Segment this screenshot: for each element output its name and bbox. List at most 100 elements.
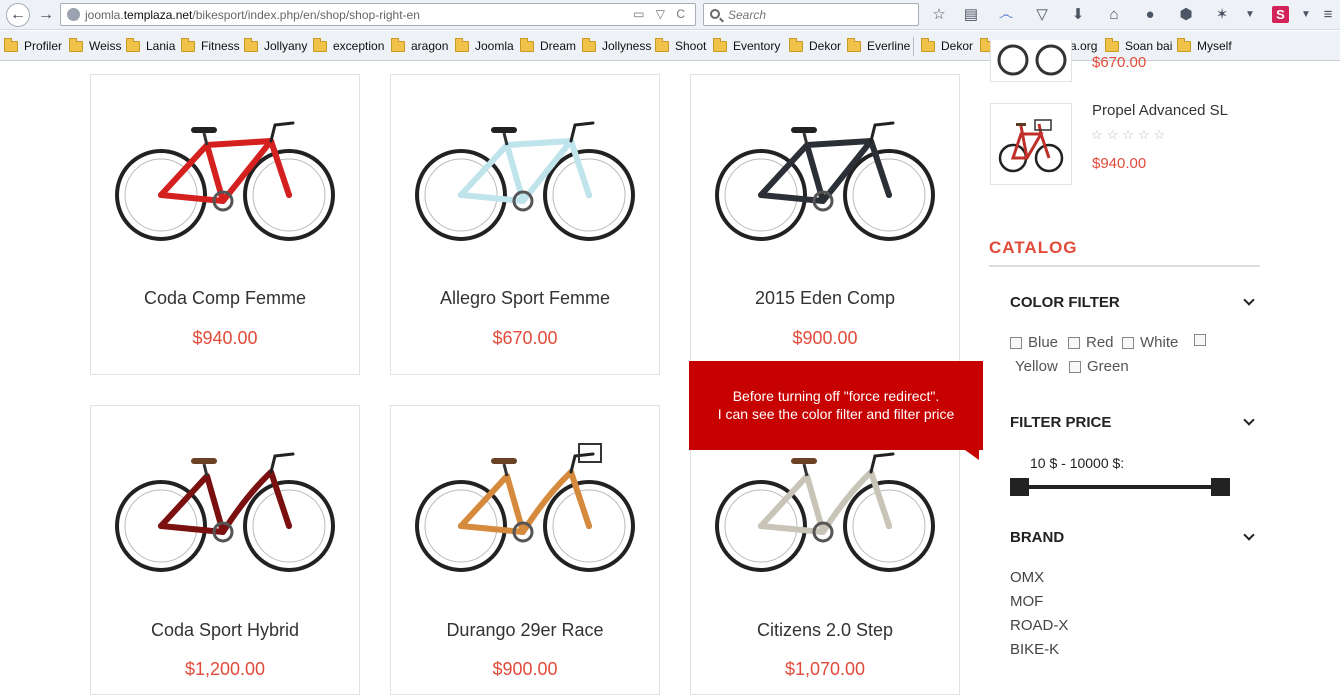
bookmark-label: Profiler: [24, 39, 63, 53]
color-option-label: Yellow: [1015, 358, 1058, 375]
bookmark-folder[interactable]: Fitness: [181, 37, 240, 53]
bookmark-folder[interactable]: Profiler: [4, 37, 63, 53]
search-box[interactable]: Search: [703, 3, 919, 26]
bookmark-label: aragon: [411, 39, 449, 53]
mini-bike-image: [998, 119, 1064, 173]
catalog-heading: CATALOG: [989, 238, 1078, 257]
folder-icon: [455, 37, 469, 52]
checkbox[interactable]: [1069, 360, 1081, 373]
bookmark-folder[interactable]: Everline: [847, 37, 910, 53]
bookmark-folder[interactable]: Soan bai: [1105, 37, 1173, 53]
url-tools[interactable]: ▭ ▽ C: [633, 7, 689, 21]
star-icon[interactable]: ☆: [929, 5, 949, 25]
clipboard-icon[interactable]: ▤: [961, 5, 981, 25]
product-card[interactable]: Durango 29er Race $900.00: [390, 405, 660, 695]
price-slider-track[interactable]: [1018, 485, 1222, 489]
product-image[interactable]: [111, 426, 341, 581]
dropdown-icon[interactable]: ▼: [1240, 5, 1260, 25]
home-icon[interactable]: ⌂: [1104, 5, 1124, 25]
bookmark-label: Weiss: [89, 39, 122, 53]
mini-product-name[interactable]: Propel Advanced SL: [1092, 102, 1228, 119]
price-range-text: 10 $ - 10000 $:: [1030, 455, 1125, 471]
product-name[interactable]: 2015 Eden Comp: [691, 288, 959, 309]
forward-button[interactable]: →: [34, 3, 58, 27]
product-image[interactable]: [711, 95, 941, 250]
filter-price-heading[interactable]: FILTER PRICE: [1010, 414, 1111, 431]
color-option-blue[interactable]: Blue: [1010, 334, 1058, 351]
color-option-label: Red: [1086, 334, 1114, 351]
color-option-white[interactable]: White: [1122, 334, 1178, 351]
s-addon-icon[interactable]: S: [1272, 6, 1289, 23]
checkbox[interactable]: [1122, 336, 1134, 349]
bookmark-folder[interactable]: Dekor: [921, 37, 973, 53]
folder-icon: [181, 37, 195, 52]
bookmark-folder[interactable]: Dekor: [789, 37, 842, 53]
checkbox[interactable]: [1010, 336, 1022, 349]
brand-item[interactable]: MOF: [1010, 593, 1043, 610]
product-name[interactable]: Citizens 2.0 Step: [691, 620, 959, 641]
bookmark-folder[interactable]: Jollyness: [582, 37, 651, 53]
folder-icon: [847, 37, 861, 52]
back-button[interactable]: ←: [6, 3, 30, 27]
mini-product-thumb[interactable]: [990, 40, 1072, 82]
bookmark-label: Dekor: [809, 39, 842, 53]
product-name[interactable]: Coda Sport Hybrid: [91, 620, 359, 641]
mini-product-thumb[interactable]: [990, 103, 1072, 185]
addon-swirl-icon[interactable]: ෴: [996, 5, 1016, 25]
brand-item[interactable]: ROAD-X: [1010, 617, 1068, 634]
color-option-yellow-checkbox[interactable]: [1194, 334, 1212, 346]
bookmark-folder[interactable]: exception: [313, 37, 384, 53]
product-price: $940.00: [192, 328, 258, 348]
product-name[interactable]: Durango 29er Race: [391, 620, 659, 641]
bookmark-folder[interactable]: Joomla: [455, 37, 514, 53]
price-slider-max-handle[interactable]: [1211, 478, 1230, 496]
product-card[interactable]: 2015 Eden Comp $900.00: [690, 74, 960, 375]
chat-icon[interactable]: ●: [1140, 5, 1160, 25]
bookmark-folder[interactable]: Myself: [1177, 37, 1232, 53]
checkbox[interactable]: [1068, 336, 1080, 349]
product-price: $1,070.00: [784, 659, 866, 679]
bookmark-folder[interactable]: Weiss: [69, 37, 122, 53]
product-card[interactable]: Allegro Sport Femme $670.00: [390, 74, 660, 375]
folder-icon: [313, 37, 327, 52]
bug-icon[interactable]: ✶: [1212, 5, 1232, 25]
product-name[interactable]: Coda Comp Femme: [91, 288, 359, 309]
folder-icon: [4, 37, 18, 52]
brand-heading[interactable]: BRAND: [1010, 529, 1064, 546]
bookmark-folder[interactable]: Dream: [520, 37, 576, 53]
menu-icon[interactable]: ≡: [1318, 5, 1338, 25]
extension-icon[interactable]: ⬢: [1176, 5, 1196, 25]
chevron-down-icon[interactable]: [1243, 294, 1255, 306]
mini-bike-image: [997, 44, 1067, 76]
price-slider-min-handle[interactable]: [1010, 478, 1029, 496]
bookmark-folder[interactable]: Eventory: [713, 37, 780, 53]
brand-item[interactable]: OMX: [1010, 569, 1044, 586]
color-filter-heading[interactable]: COLOR FILTER: [1010, 294, 1120, 311]
product-image[interactable]: [411, 426, 641, 581]
product-card[interactable]: Coda Sport Hybrid $1,200.00: [90, 405, 360, 695]
folder-icon: [391, 37, 405, 52]
color-option-red[interactable]: Red: [1068, 334, 1114, 351]
brand-item[interactable]: BIKE-K: [1010, 641, 1059, 658]
color-option-yellow[interactable]: Yellow: [1015, 358, 1058, 375]
checkbox[interactable]: [1194, 334, 1206, 346]
chevron-down-icon[interactable]: [1243, 414, 1255, 426]
bookmark-label: Soan bai: [1125, 39, 1173, 53]
pocket-icon[interactable]: ▽: [1032, 5, 1052, 25]
bookmark-folder[interactable]: Shoot: [655, 37, 706, 53]
bookmark-folder[interactable]: Lania: [126, 37, 175, 53]
url-bar[interactable]: joomla.templaza.net/bikesport/index.php/…: [60, 3, 696, 26]
product-name[interactable]: Allegro Sport Femme: [391, 288, 659, 309]
globe-icon: [67, 8, 80, 21]
color-option-green[interactable]: Green: [1069, 358, 1129, 375]
chevron-down-icon[interactable]: [1243, 529, 1255, 541]
product-price: $670.00: [492, 328, 558, 348]
product-image[interactable]: [111, 95, 341, 250]
product-image[interactable]: [411, 95, 641, 250]
bookmark-folder[interactable]: aragon: [391, 37, 449, 53]
dropdown-icon[interactable]: ▼: [1296, 5, 1316, 25]
arrow-left-icon: ←: [10, 6, 26, 23]
bookmark-folder[interactable]: Jollyany: [244, 37, 307, 53]
product-card[interactable]: Coda Comp Femme $940.00: [90, 74, 360, 375]
download-icon[interactable]: ⬇: [1068, 5, 1088, 25]
